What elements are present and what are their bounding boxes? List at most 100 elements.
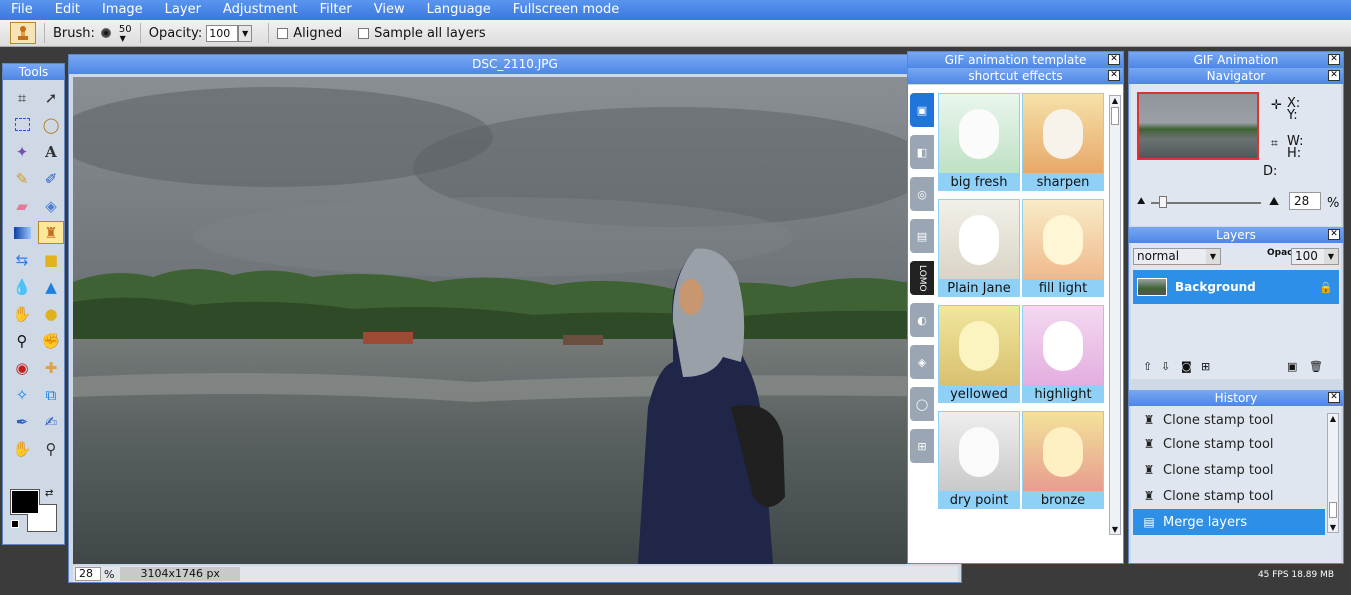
- layer-row-background[interactable]: Background 🔒: [1133, 270, 1339, 304]
- sample-all-layers-checkbox[interactable]: [358, 27, 370, 39]
- lasso-icon[interactable]: ◯: [38, 113, 64, 136]
- history-item[interactable]: ♜ Clone stamp tool: [1133, 457, 1325, 483]
- sharpen-icon[interactable]: ▲: [38, 275, 64, 298]
- move-layer-down-icon[interactable]: ⇩: [1161, 360, 1170, 373]
- navigator-thumbnail[interactable]: [1137, 92, 1259, 160]
- blend-mode-select[interactable]: normal ▼: [1133, 248, 1221, 265]
- chevron-down-icon[interactable]: ▼: [1324, 249, 1338, 264]
- opacity-input[interactable]: 100: [206, 24, 239, 42]
- menu-view[interactable]: View: [363, 0, 416, 20]
- effect-highlight[interactable]: highlight: [1022, 305, 1104, 403]
- gradient-icon[interactable]: [9, 221, 35, 244]
- menu-filter[interactable]: Filter: [309, 0, 363, 20]
- marquee-icon[interactable]: [9, 113, 35, 136]
- aligned-checkbox[interactable]: [277, 27, 289, 39]
- navigator-zoom-input[interactable]: 28: [1289, 192, 1321, 210]
- tab-frames[interactable]: ◧: [910, 135, 934, 169]
- history-item[interactable]: ♜ Clone stamp tool: [1133, 483, 1325, 509]
- tab-lomo[interactable]: LOMO: [910, 261, 934, 295]
- history-scrollbar[interactable]: ▲ ▼: [1327, 413, 1339, 533]
- spot-heal-icon[interactable]: ✚: [38, 356, 64, 379]
- move-icon[interactable]: ➚: [38, 86, 64, 109]
- zoom-slider-thumb[interactable]: [1159, 196, 1167, 208]
- tab-light[interactable]: ◯: [910, 387, 934, 421]
- chevron-down-icon[interactable]: ▼: [1206, 249, 1220, 264]
- layer-mask-icon[interactable]: ◙: [1181, 360, 1192, 373]
- dodge-icon[interactable]: ✊: [38, 329, 64, 352]
- menu-file[interactable]: File: [0, 0, 44, 20]
- zoom-in-icon[interactable]: ⛰: [1269, 194, 1279, 209]
- menu-language[interactable]: Language: [416, 0, 502, 20]
- zoom-out-icon[interactable]: ⛰: [1137, 196, 1145, 207]
- menu-fullscreen[interactable]: Fullscreen mode: [502, 0, 630, 20]
- text-icon[interactable]: A: [38, 140, 64, 163]
- effect-yellowed[interactable]: yellowed: [938, 305, 1020, 403]
- effect-plain-jane[interactable]: Plain Jane: [938, 199, 1020, 297]
- layer-style-icon[interactable]: ⊞: [1201, 360, 1210, 373]
- close-icon[interactable]: ✕: [1328, 392, 1340, 403]
- scroll-thumb[interactable]: [1329, 502, 1337, 518]
- magic-wand-icon[interactable]: ✦: [9, 140, 35, 163]
- eyedropper-brush-icon[interactable]: ✍: [38, 410, 64, 433]
- reset-colors-icon[interactable]: [11, 520, 19, 528]
- close-icon[interactable]: ✕: [1108, 54, 1120, 65]
- photo-canvas[interactable]: [73, 77, 961, 564]
- effect-fill-light[interactable]: fill light: [1022, 199, 1104, 297]
- crop-icon[interactable]: ⌗: [9, 86, 35, 109]
- color-picker-icon[interactable]: ✒: [9, 410, 35, 433]
- chevron-down-icon[interactable]: ▼: [1110, 525, 1120, 534]
- canvas-zoom-input[interactable]: 28: [75, 567, 101, 581]
- effects-scrollbar[interactable]: ▲ ▼: [1109, 95, 1121, 535]
- hand-icon[interactable]: ✋: [9, 437, 35, 460]
- chevron-up-icon[interactable]: ▲: [1110, 96, 1120, 105]
- clone-stamp-icon[interactable]: ♜: [38, 221, 64, 244]
- history-item-selected[interactable]: ▤ Merge layers: [1133, 509, 1325, 535]
- paint-bucket-icon[interactable]: ◈: [38, 194, 64, 217]
- opacity-dropdown[interactable]: ▼: [238, 24, 253, 42]
- effect-big-fresh[interactable]: big fresh: [938, 93, 1020, 191]
- brush-icon[interactable]: ✐: [38, 167, 64, 190]
- tab-3d[interactable]: ◈: [910, 345, 934, 379]
- chevron-down-icon[interactable]: ▼: [1328, 523, 1338, 532]
- drop-icon[interactable]: 💧: [9, 275, 35, 298]
- color-replace-icon[interactable]: ⇆: [9, 248, 35, 271]
- tab-film[interactable]: ◎: [910, 177, 934, 211]
- close-icon[interactable]: ✕: [1328, 229, 1340, 240]
- delete-layer-icon[interactable]: 🗑: [1309, 360, 1323, 373]
- zoom-icon[interactable]: ⚲: [38, 437, 64, 460]
- menu-image[interactable]: Image: [91, 0, 154, 20]
- chevron-up-icon[interactable]: ▲: [1328, 414, 1338, 423]
- scroll-thumb[interactable]: [1111, 107, 1119, 125]
- menu-layer[interactable]: Layer: [154, 0, 212, 20]
- swap-colors-icon[interactable]: ⇄: [45, 488, 53, 499]
- sponge-icon[interactable]: ●: [38, 302, 64, 325]
- shape-icon[interactable]: ■: [38, 248, 64, 271]
- pinch-icon[interactable]: ⧉: [38, 383, 64, 406]
- burn-icon[interactable]: ⚲: [9, 329, 35, 352]
- move-layer-up-icon[interactable]: ⇧: [1143, 360, 1152, 373]
- close-icon[interactable]: ✕: [1108, 70, 1120, 81]
- tab-tv[interactable]: ▤: [910, 219, 934, 253]
- pencil-icon[interactable]: ✎: [9, 167, 35, 190]
- menu-edit[interactable]: Edit: [44, 0, 91, 20]
- brush-preview-icon[interactable]: [100, 28, 111, 38]
- red-eye-icon[interactable]: ◉: [9, 356, 35, 379]
- layer-opacity-select[interactable]: 100 ▼: [1291, 248, 1339, 265]
- close-icon[interactable]: ✕: [1328, 54, 1340, 65]
- eraser-icon[interactable]: ▰: [9, 194, 35, 217]
- tab-bw[interactable]: ◐: [910, 303, 934, 337]
- effect-dry-point[interactable]: dry point: [938, 411, 1020, 509]
- tab-basic[interactable]: ▣: [910, 93, 934, 127]
- history-item[interactable]: ♜ Clone stamp tool: [1133, 431, 1325, 457]
- zoom-slider[interactable]: [1151, 202, 1261, 204]
- smudge-icon[interactable]: ✋: [9, 302, 35, 325]
- effect-bronze[interactable]: bronze: [1022, 411, 1104, 509]
- tab-grid[interactable]: ⊞: [910, 429, 934, 463]
- effect-sharpen[interactable]: sharpen: [1022, 93, 1104, 191]
- bloat-icon[interactable]: ✧: [9, 383, 35, 406]
- new-layer-icon[interactable]: ▣: [1287, 360, 1297, 373]
- menu-adjustment[interactable]: Adjustment: [212, 0, 309, 20]
- chevron-down-icon[interactable]: ▼: [120, 34, 126, 43]
- close-icon[interactable]: ✕: [1328, 70, 1340, 81]
- history-item[interactable]: ♜ Clone stamp tool: [1133, 409, 1325, 431]
